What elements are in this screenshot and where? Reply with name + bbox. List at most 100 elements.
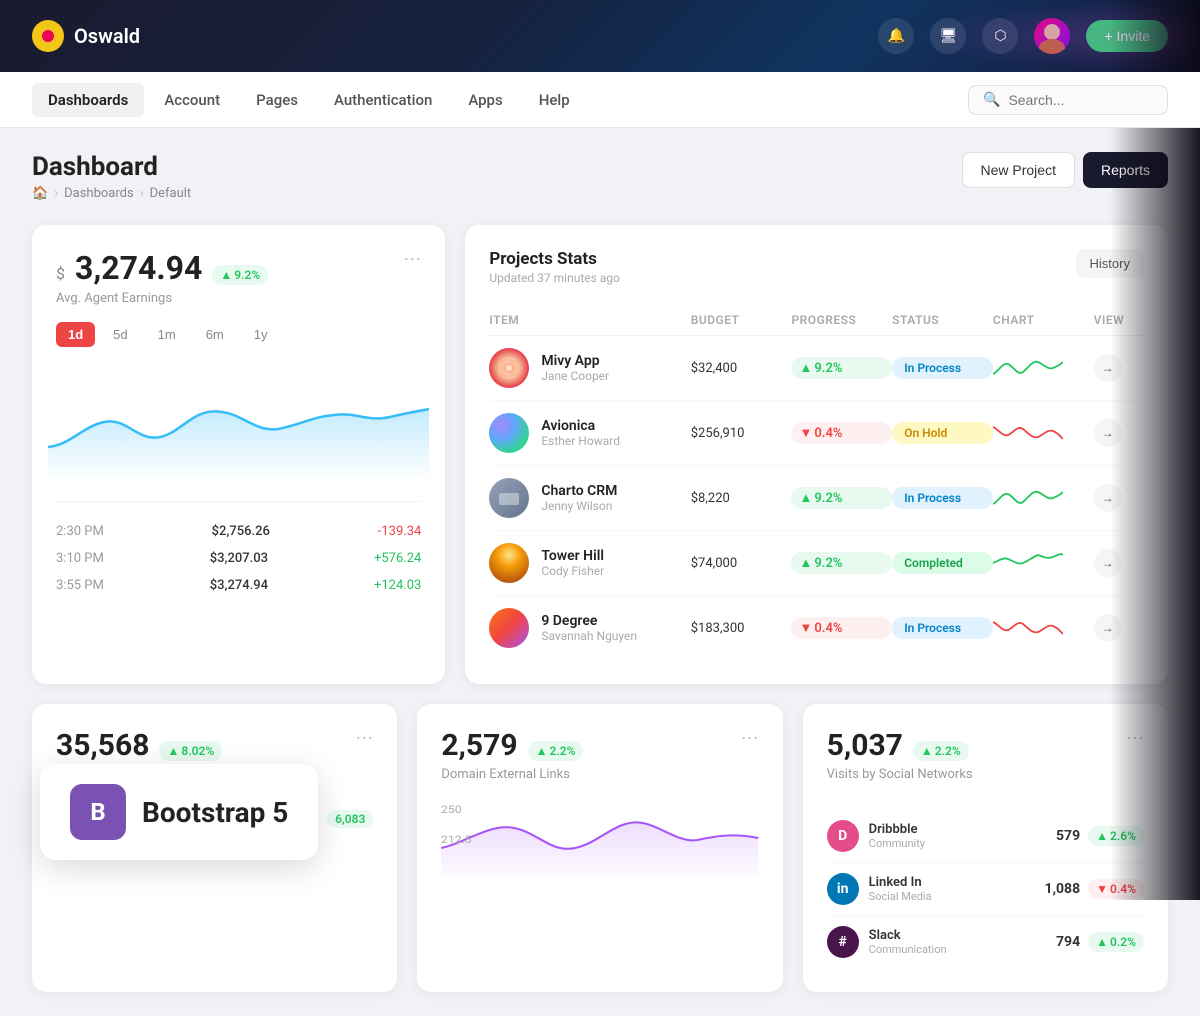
filter-1d[interactable]: 1d xyxy=(56,322,95,347)
filter-6m[interactable]: 6m xyxy=(194,322,236,347)
projects-updated: Updated 37 minutes ago xyxy=(489,271,620,285)
social-networks-card: 5,037 ▲ 2.2% Visits by Social Networks ·… xyxy=(803,704,1168,992)
logo-text: Oswald xyxy=(74,24,140,48)
table-row: Charto CRM Jenny Wilson $8,220 ▲ 9.2% In… xyxy=(489,466,1144,531)
invite-button[interactable]: + Invite xyxy=(1086,20,1168,52)
svg-text:250: 250 xyxy=(441,804,462,816)
project-icon xyxy=(489,413,529,453)
search-input[interactable] xyxy=(1008,92,1153,108)
social-item: D Dribbble Community xyxy=(827,820,925,852)
bootstrap-label: Bootstrap 5 xyxy=(142,796,288,829)
social-item: in Linked In Social Media xyxy=(827,873,932,905)
row-arrow-button[interactable]: → xyxy=(1094,419,1122,447)
time-filters: 1d 5d 1m 6m 1y xyxy=(56,322,421,347)
new-project-button[interactable]: New Project xyxy=(962,152,1075,188)
history-button[interactable]: History xyxy=(1076,249,1144,278)
nav-items: Dashboards Account Pages Authentication … xyxy=(32,83,968,117)
page-title-area: Dashboard 🏠 › Dashboards › Default xyxy=(32,152,191,201)
organic-more-button[interactable]: ··· xyxy=(355,728,373,746)
slack-icon: # xyxy=(827,926,859,958)
page-actions: New Project Reports xyxy=(962,152,1169,188)
earnings-amount: $ 3,274.94 ▲ 9.2% xyxy=(56,249,268,287)
social-row-dribbble: D Dribbble Community 579 ▲ 2.6% xyxy=(827,810,1144,863)
social-networks-value: 5,037 ▲ 2.2% xyxy=(827,728,973,763)
organic-sessions-change: ▲ 8.02% xyxy=(159,741,222,761)
search-bar: 🔍 xyxy=(968,85,1168,115)
page-title: Dashboard xyxy=(32,152,191,182)
project-icon xyxy=(489,348,529,388)
earnings-change: ▲ 9.2% xyxy=(212,265,268,285)
row-arrow-button[interactable]: → xyxy=(1094,484,1122,512)
navbar: Dashboards Account Pages Authentication … xyxy=(0,72,1200,128)
earnings-row: 3:10 PM $3,207.03 +576.24 xyxy=(56,545,421,572)
earnings-value: 3,274.94 xyxy=(75,249,202,287)
domain-more-button[interactable]: ··· xyxy=(741,728,759,746)
project-item: Tower Hill Cody Fisher xyxy=(489,543,690,583)
project-icon xyxy=(489,478,529,518)
share-icon[interactable]: ⬡ xyxy=(982,18,1018,54)
social-row-linkedin: in Linked In Social Media 1,088 ▼ 0.4% xyxy=(827,863,1144,916)
projects-header: Projects Stats Updated 37 minutes ago Hi… xyxy=(489,249,1144,285)
breadcrumb-default[interactable]: Default xyxy=(150,186,192,201)
monitor-icon[interactable]: 🖥 xyxy=(930,18,966,54)
svg-text:212.5: 212.5 xyxy=(441,834,472,846)
row-arrow-button[interactable]: → xyxy=(1094,614,1122,642)
dribbble-icon: D xyxy=(827,820,859,852)
reports-button[interactable]: Reports xyxy=(1083,152,1168,188)
table-header: ITEM BUDGET PROGRESS STATUS CHART VIEW xyxy=(489,305,1144,336)
project-item: 9 Degree Savannah Nguyen xyxy=(489,608,690,648)
earnings-more-button[interactable]: ··· xyxy=(403,249,421,267)
domain-links-value: 2,579 ▲ 2.2% xyxy=(441,728,583,763)
domain-links-label: Domain External Links xyxy=(441,767,583,782)
earnings-row: 3:55 PM $3,274.94 +124.03 xyxy=(56,572,421,599)
nav-item-account[interactable]: Account xyxy=(148,83,236,117)
social-item: # Slack Communication xyxy=(827,926,947,958)
domain-links-card: 2,579 ▲ 2.2% Domain External Links ··· xyxy=(417,704,782,992)
projects-card: Projects Stats Updated 37 minutes ago Hi… xyxy=(465,225,1168,684)
search-icon: 🔍 xyxy=(983,92,1000,108)
organic-sessions-value: 35,568 ▲ 8.02% xyxy=(56,728,222,763)
earnings-label: Avg. Agent Earnings xyxy=(56,291,268,306)
social-more-button[interactable]: ··· xyxy=(1126,728,1144,746)
topbar-actions: 🔔 🖥 ⬡ + Invite xyxy=(878,18,1168,54)
row-arrow-button[interactable]: → xyxy=(1094,354,1122,382)
page-header: Dashboard 🏠 › Dashboards › Default New P… xyxy=(32,152,1168,201)
breadcrumb-home-icon: 🏠 xyxy=(32,186,48,201)
bootstrap-watermark: B Bootstrap 5 xyxy=(40,764,318,860)
nav-item-authentication[interactable]: Authentication xyxy=(318,83,448,117)
breadcrumb: 🏠 › Dashboards › Default xyxy=(32,186,191,201)
avatar[interactable] xyxy=(1034,18,1070,54)
mini-chart xyxy=(993,549,1094,577)
project-item: Avionica Esther Howard xyxy=(489,413,690,453)
nav-item-help[interactable]: Help xyxy=(523,83,586,117)
filter-5d[interactable]: 5d xyxy=(101,322,139,347)
project-icon xyxy=(489,543,529,583)
mini-chart xyxy=(993,484,1094,512)
breadcrumb-dashboards[interactable]: Dashboards xyxy=(64,186,134,201)
project-item: Mivy App Jane Cooper xyxy=(489,348,690,388)
filter-1m[interactable]: 1m xyxy=(146,322,188,347)
currency-symbol: $ xyxy=(56,264,65,283)
table-row: Tower Hill Cody Fisher $74,000 ▲ 9.2% Co… xyxy=(489,531,1144,596)
table-row: Avionica Esther Howard $256,910 ▼ 0.4% O… xyxy=(489,401,1144,466)
page-content: Dashboard 🏠 › Dashboards › Default New P… xyxy=(0,128,1200,1016)
row-arrow-button[interactable]: → xyxy=(1094,549,1122,577)
earnings-chart xyxy=(48,367,429,481)
domain-links-change: ▲ 2.2% xyxy=(528,741,584,761)
social-networks-label: Visits by Social Networks xyxy=(827,767,973,782)
nav-item-dashboards[interactable]: Dashboards xyxy=(32,83,144,117)
nav-item-apps[interactable]: Apps xyxy=(452,83,518,117)
bootstrap-icon: B xyxy=(70,784,126,840)
filter-1y[interactable]: 1y xyxy=(242,322,280,347)
earnings-row: 2:30 PM $2,756.26 -139.34 xyxy=(56,518,421,545)
logo-icon xyxy=(32,20,64,52)
notifications-icon[interactable]: 🔔 xyxy=(878,18,914,54)
table-row: Mivy App Jane Cooper $32,400 ▲ 9.2% In P… xyxy=(489,336,1144,401)
social-change: ▲ 2.2% xyxy=(913,741,969,761)
project-item: Charto CRM Jenny Wilson xyxy=(489,478,690,518)
nav-item-pages[interactable]: Pages xyxy=(240,83,314,117)
mini-chart xyxy=(993,419,1094,447)
topbar: Oswald 🔔 🖥 ⬡ + Invite xyxy=(0,0,1200,72)
project-icon xyxy=(489,608,529,648)
earnings-card: $ 3,274.94 ▲ 9.2% Avg. Agent Earnings ··… xyxy=(32,225,445,684)
